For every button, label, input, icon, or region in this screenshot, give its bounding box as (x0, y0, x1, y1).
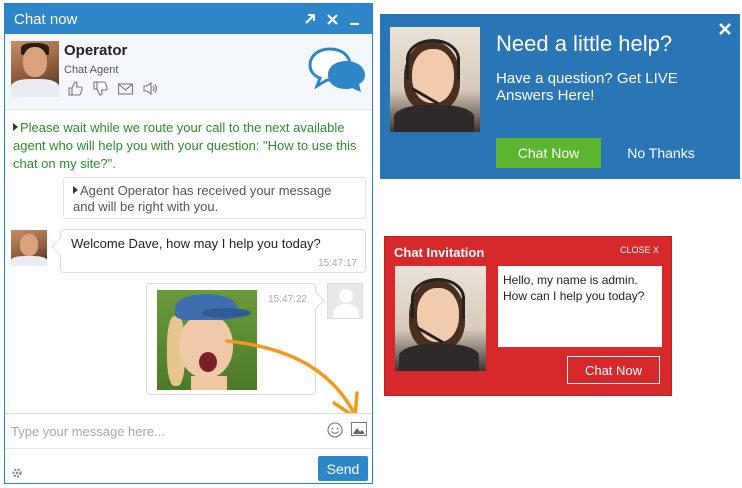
operator-name: Operator (64, 42, 128, 59)
banner-chat-now-button[interactable]: Chat Now (496, 138, 601, 168)
operator-message-avatar (11, 230, 47, 266)
caret-right-icon (73, 186, 78, 194)
emoji-icon[interactable] (327, 422, 343, 438)
thumbs-down-icon[interactable] (92, 80, 109, 97)
operator-panel: Operator Chat Agent (5, 34, 372, 110)
invitation-chat-now-button[interactable]: Chat Now (567, 356, 660, 384)
chat-bubbles-icon (308, 47, 366, 96)
caret-right-icon (13, 123, 18, 131)
invitation-close-button[interactable]: CLOSE X (620, 245, 659, 255)
banner-heading: Need a little help? (496, 31, 673, 56)
operator-message-time: 15:47:17 (318, 258, 357, 269)
popout-icon[interactable] (300, 9, 320, 29)
banner-no-thanks-button[interactable]: No Thanks (616, 138, 706, 168)
system-message-wait: Please wait while we route your call to … (13, 119, 363, 173)
composer-divider (5, 448, 372, 449)
banner-agent-photo (390, 27, 480, 132)
chat-invitation: Chat Invitation CLOSE X Hello, my name i… (384, 236, 672, 396)
user-avatar (327, 283, 363, 319)
invitation-message: Hello, my name is admin. How can I help … (498, 266, 662, 347)
system-message-wait-text: Please wait while we route your call to … (13, 120, 357, 171)
help-banner: Need a little help? Have a question? Get… (380, 14, 740, 179)
chat-window: Chat now Operator Chat Agent Please wait… (4, 3, 373, 484)
operator-actions (67, 80, 159, 97)
operator-message-text: Welcome Dave, how may I help you today? (71, 236, 321, 251)
user-image-message-time: 15:47:22 (268, 294, 307, 305)
thumbs-up-icon[interactable] (67, 80, 84, 97)
banner-subtext: Have a question? Get LIVE Answers Here! (496, 70, 678, 104)
chat-title: Chat now (14, 10, 78, 28)
invitation-agent-photo (395, 266, 486, 371)
chat-titlebar: Chat now (5, 4, 372, 34)
close-icon[interactable] (322, 9, 342, 29)
composer: Send (5, 413, 372, 483)
system-message-received-text: Agent Operator has received your message… (73, 183, 332, 214)
invitation-title: Chat Invitation (394, 245, 485, 260)
user-image-message: 15:47:22 (146, 283, 316, 395)
envelope-icon[interactable] (117, 80, 134, 97)
sent-photo[interactable] (157, 290, 257, 390)
minimize-icon[interactable] (344, 9, 364, 29)
send-button[interactable]: Send (318, 456, 368, 481)
banner-close-icon[interactable] (718, 22, 732, 36)
operator-message: Welcome Dave, how may I help you today? … (60, 229, 366, 273)
operator-role: Chat Agent (64, 64, 119, 76)
image-upload-icon[interactable] (351, 422, 367, 436)
gear-icon[interactable] (11, 467, 23, 479)
operator-avatar (11, 41, 59, 97)
speaker-icon[interactable] (142, 80, 159, 97)
message-input[interactable] (11, 420, 319, 442)
system-message-received: Agent Operator has received your message… (63, 177, 366, 219)
message-list: Please wait while we route your call to … (5, 111, 372, 419)
